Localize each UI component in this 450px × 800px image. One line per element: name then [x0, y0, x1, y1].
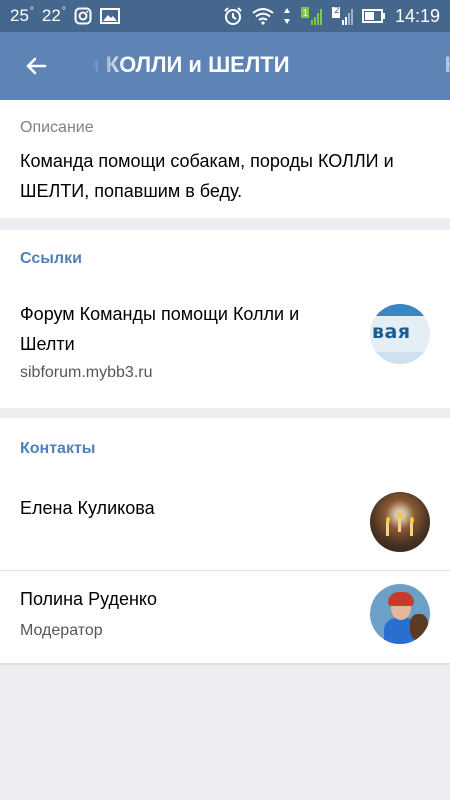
thumbnail-band-bottom: [370, 352, 430, 364]
status-bar: 25° 22° 1 2 14:19: [0, 0, 450, 32]
link-url: sibforum.mybb3.ru: [20, 364, 153, 381]
thumbnail-text: вая: [372, 321, 411, 343]
description-card: Описание Команда помощи собакам, породы …: [0, 100, 450, 218]
signal-1-icon: 1: [300, 6, 322, 26]
weather-temp-1: 25°: [10, 6, 34, 25]
avatar-detail: [410, 522, 413, 536]
svg-text:1: 1: [302, 9, 308, 19]
contact-item[interactable]: Елена Куликова: [0, 480, 450, 570]
title-edge-text: К: [445, 52, 450, 78]
links-section-title: Ссылки: [20, 250, 82, 267]
link-thumbnail: вая: [370, 304, 430, 364]
avatar: [370, 492, 430, 552]
contact-name: Полина Руденко: [20, 589, 158, 609]
arrow-left-icon: [26, 57, 47, 75]
description-label: Описание: [20, 119, 94, 136]
avatar-detail: [388, 592, 414, 606]
avatar: [370, 584, 430, 644]
avatar-detail: [386, 522, 389, 536]
alarm-icon: [223, 6, 243, 26]
signal-2-label: 2: [333, 6, 340, 16]
links-card: Ссылки Форум Команды помощи Колли и Шелт…: [0, 230, 450, 408]
contact-role: Модератор: [20, 622, 103, 639]
contact-item[interactable]: Полина Руденко Модератор: [0, 571, 450, 663]
gallery-icon: [99, 8, 120, 24]
contacts-section-title: Контакты: [20, 440, 96, 457]
avatar-detail: [397, 513, 402, 519]
thumbnail-band-top: [370, 304, 430, 316]
description-text[interactable]: Команда помощи собакам, породы КОЛЛИ и Ш…: [20, 146, 430, 206]
data-arrows-icon: [283, 7, 291, 25]
title-marquee: и КОЛЛИ и ШЕЛТИ К: [86, 32, 450, 100]
contacts-card: Контакты Елена Куликова Полина Руденко М…: [0, 418, 450, 663]
link-item[interactable]: Форум Команды помощи Колли и Шелти sibfo…: [0, 292, 450, 406]
back-button[interactable]: [12, 42, 60, 90]
avatar-detail: [385, 517, 390, 523]
signal-2-icon: 2: [331, 6, 353, 26]
battery-icon: [361, 9, 386, 23]
weather-temp-2: 22°: [41, 6, 66, 25]
app-bar: и КОЛЛИ и ШЕЛТИ К: [0, 32, 450, 100]
instagram-icon: [74, 7, 92, 25]
clock: 14:19: [394, 5, 440, 26]
title-fade: [86, 32, 126, 100]
contact-name: Елена Куликова: [20, 498, 155, 518]
wifi-icon: [252, 7, 274, 25]
bottom-divider: [0, 663, 450, 665]
avatar-detail: [398, 518, 401, 532]
avatar-detail: [410, 614, 428, 640]
avatar-detail: [409, 517, 414, 523]
link-title: Форум Команды помощи Колли и Шелти: [20, 304, 300, 354]
